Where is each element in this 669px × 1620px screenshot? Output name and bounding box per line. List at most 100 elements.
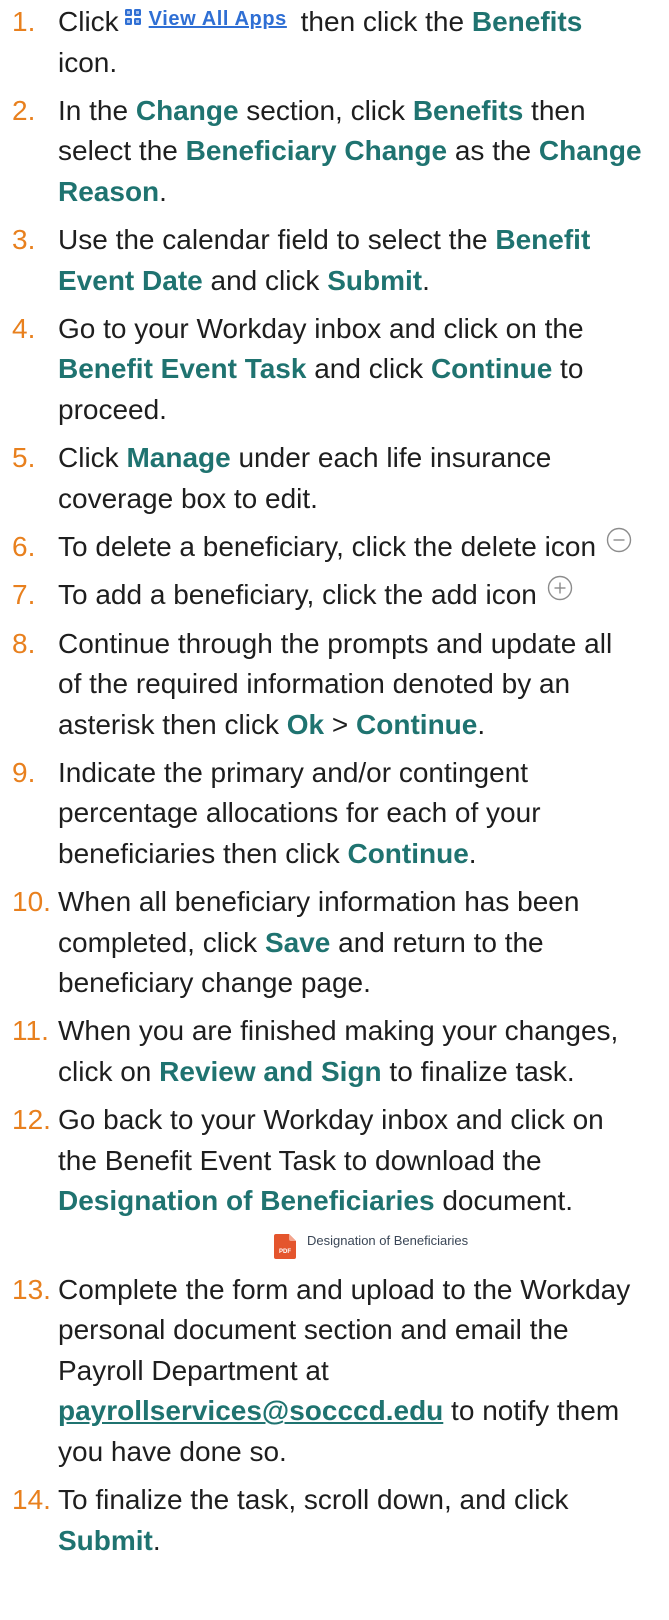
step-text: beneficiaries then click: [58, 837, 348, 869]
step-line: the Benefit Event Task to download the: [58, 1141, 669, 1182]
step-line: select the Beneficiary Change as the Cha…: [58, 131, 669, 172]
step-line: In the Change section, click Benefits th…: [58, 91, 669, 132]
step-line: Continue through the prompts and update …: [58, 624, 669, 665]
step-text: you have done so.: [58, 1435, 287, 1467]
step-text: as the: [447, 135, 539, 167]
minus-circle-icon: [606, 527, 632, 553]
step-number: 11.: [12, 1015, 49, 1047]
ui-term: Beneficiary Change: [185, 135, 448, 167]
payroll-email-link[interactable]: payrollservices@socccd.edu: [58, 1395, 443, 1426]
step-line: Designation of Beneficiaries document.: [58, 1181, 669, 1222]
step-text: .: [422, 264, 430, 296]
step-text: proceed.: [58, 393, 167, 425]
ui-term: Change: [538, 135, 642, 167]
ui-term: Manage: [126, 442, 231, 474]
step-9: 9. Indicate the primary and/or contingen…: [0, 753, 669, 875]
plus-circle-icon: [547, 575, 573, 601]
step-line: Complete the form and upload to the Work…: [58, 1270, 669, 1311]
ui-term: Continue: [356, 708, 478, 740]
step-text: then: [523, 94, 586, 126]
step-text: Complete the form and upload to the Work…: [58, 1273, 631, 1305]
ui-term: Ok: [286, 708, 325, 740]
step-line: Use the calendar field to select the Ben…: [58, 220, 669, 261]
step-text: select the: [58, 135, 186, 167]
step-4: 4. Go to your Workday inbox and click on…: [0, 309, 669, 431]
step-line: Go to your Workday inbox and click on th…: [58, 309, 669, 350]
step-text: percentage allocations for each of your: [58, 797, 541, 829]
step-line: To add a beneficiary, click the add icon: [58, 575, 669, 616]
step-text: Click: [58, 442, 127, 474]
step-line: Event Date and click Submit.: [58, 261, 669, 302]
step-line: asterisk then click Ok > Continue.: [58, 705, 669, 746]
step-text: of the required information denoted by a…: [58, 668, 571, 700]
step-12: 12. Go back to your Workday inbox and cl…: [0, 1100, 669, 1222]
step-text: .: [477, 708, 486, 740]
ui-term: Benefit: [495, 224, 591, 256]
step-number: 13.: [12, 1273, 51, 1305]
step-number: 5.: [12, 442, 36, 474]
step-number: 2.: [12, 94, 36, 126]
ui-term: Submit: [58, 1524, 153, 1556]
step-text: to finalize task.: [381, 1055, 575, 1087]
step-text: Payroll Department at: [58, 1354, 329, 1386]
ui-term: Designation of Beneficiaries: [58, 1185, 435, 1217]
step-text: To delete a beneficiary, click the delet…: [58, 530, 597, 562]
step-number: 4.: [12, 312, 36, 344]
step-text: and click: [306, 353, 431, 385]
step-text: .: [468, 837, 477, 869]
step-8: 8. Continue through the prompts and upda…: [0, 624, 669, 746]
step-line: beneficiary change page.: [58, 963, 669, 1004]
attachment-file-name: Designation of Beneficiaries: [307, 1232, 469, 1248]
step-text: To add a beneficiary, click the add icon: [58, 579, 537, 611]
ui-term: Save: [264, 926, 331, 958]
step-number: 6.: [12, 530, 36, 562]
step-text: When all beneficiary information has bee…: [58, 886, 580, 918]
step-text: and click: [202, 264, 328, 296]
step-line: coverage box to edit.: [58, 479, 669, 520]
step-text: and return to the: [330, 926, 544, 958]
step-line: Reason.: [58, 172, 669, 213]
ui-term: Benefits: [471, 6, 583, 37]
step-text: asterisk then click: [58, 708, 287, 740]
ui-term: Reason: [58, 175, 160, 207]
step-text: beneficiary change page.: [58, 967, 371, 999]
step-3: 3. Use the calendar field to select the …: [0, 220, 669, 301]
view-all-apps-link: View All Apps: [148, 8, 287, 30]
step-line: beneficiaries then click Continue.: [58, 834, 669, 875]
step-number: 3.: [12, 224, 36, 256]
pdf-file-icon: PDF: [274, 1233, 296, 1259]
pdf-icon-label: PDF: [279, 1248, 291, 1255]
step-line: Indicate the primary and/or contingent: [58, 753, 669, 794]
step-text: document.: [434, 1185, 574, 1217]
step-line: click on Review and Sign to finalize tas…: [58, 1052, 669, 1093]
step-text: under each life insurance: [230, 442, 552, 474]
step-text: In the: [58, 94, 136, 126]
step-text: completed, click: [58, 926, 265, 958]
ui-term: Event Date: [58, 264, 203, 296]
step-line: percentage allocations for each of your: [58, 793, 669, 834]
step-line: Submit.: [58, 1521, 669, 1562]
step-text: Indicate the primary and/or contingent: [58, 756, 529, 788]
ui-term: Benefit Event Task: [58, 353, 307, 385]
step-number: 1.: [12, 6, 36, 37]
step-text: to notify them: [443, 1395, 620, 1427]
step-text: coverage box to edit.: [58, 482, 318, 514]
pdf-attachment: PDF Designation of Beneficiaries: [0, 1230, 669, 1264]
step-text: >: [324, 708, 357, 740]
step-14: 14. To finalize the task, scroll down, a…: [0, 1480, 669, 1561]
ui-term: Benefits: [412, 94, 524, 126]
step-line: Payroll Department at: [58, 1351, 669, 1392]
step-line: Go back to your Workday inbox and click …: [58, 1100, 669, 1141]
step-text: .: [159, 175, 167, 207]
step-text: click on: [58, 1055, 160, 1087]
step-text: .: [152, 1524, 161, 1556]
step-line: completed, click Save and return to the: [58, 923, 669, 964]
ui-term: Continue: [430, 353, 553, 385]
grid-icon: [124, 8, 142, 26]
step-text: the Benefit Event Task to download the: [58, 1144, 542, 1176]
step-line: icon.: [58, 43, 669, 84]
step-line: When you are finished making your change…: [58, 1011, 669, 1052]
step-number: 9.: [12, 756, 36, 788]
step-line: you have done so.: [58, 1432, 669, 1473]
step-line: personal document section and email the: [58, 1310, 669, 1351]
